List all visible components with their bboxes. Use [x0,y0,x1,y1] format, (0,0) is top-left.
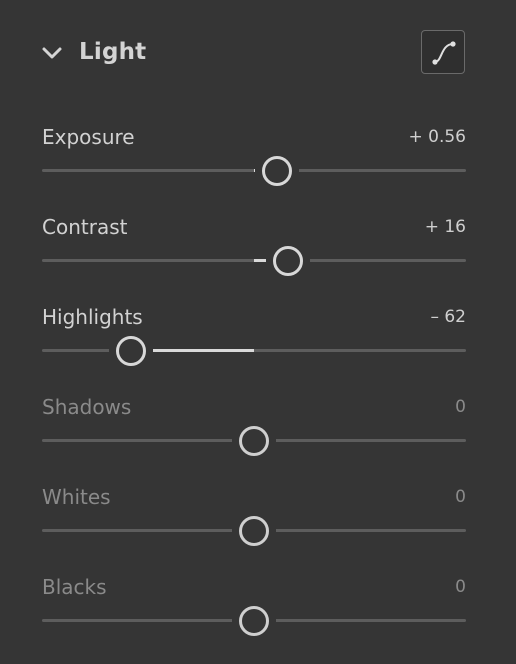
slider-blacks[interactable]: Blacks 0 [42,575,466,655]
slider-value[interactable]: 0 [455,487,466,507]
slider-value[interactable]: 0 [455,577,466,597]
slider-value[interactable]: 0 [455,397,466,417]
light-panel: Light Exposure + 0.56 Contrast + 16 Highligh… [0,0,516,664]
slider-contrast[interactable]: Contrast + 16 [42,215,466,295]
slider-exposure[interactable]: Exposure + 0.56 [42,125,466,205]
slider-label: Blacks [42,575,107,599]
slider-value[interactable]: + 16 [425,217,466,237]
slider-value[interactable]: – 62 [430,307,466,327]
light-section-header[interactable]: Light [0,24,516,84]
slider-value[interactable]: + 0.56 [409,127,467,147]
slider-label: Highlights [42,305,143,329]
slider-whites[interactable]: Whites 0 [42,485,466,565]
slider-label: Exposure [42,125,135,149]
slider-thumb[interactable] [239,426,269,456]
slider-label: Contrast [42,215,128,239]
tone-curve-icon [432,41,456,65]
slider-thumb[interactable] [239,606,269,636]
slider-thumb[interactable] [262,156,293,186]
chevron-down-icon[interactable] [40,42,64,66]
slider-label: Whites [42,485,111,509]
slider-thumb[interactable] [116,336,147,366]
slider-highlights[interactable]: Highlights – 62 [42,305,466,385]
section-title: Light [79,39,147,65]
slider-track[interactable] [42,349,466,352]
tone-curve-button[interactable] [421,30,465,74]
slider-shadows[interactable]: Shadows 0 [42,395,466,475]
slider-thumb[interactable] [272,246,303,276]
slider-label: Shadows [42,395,132,419]
slider-thumb[interactable] [239,516,269,546]
